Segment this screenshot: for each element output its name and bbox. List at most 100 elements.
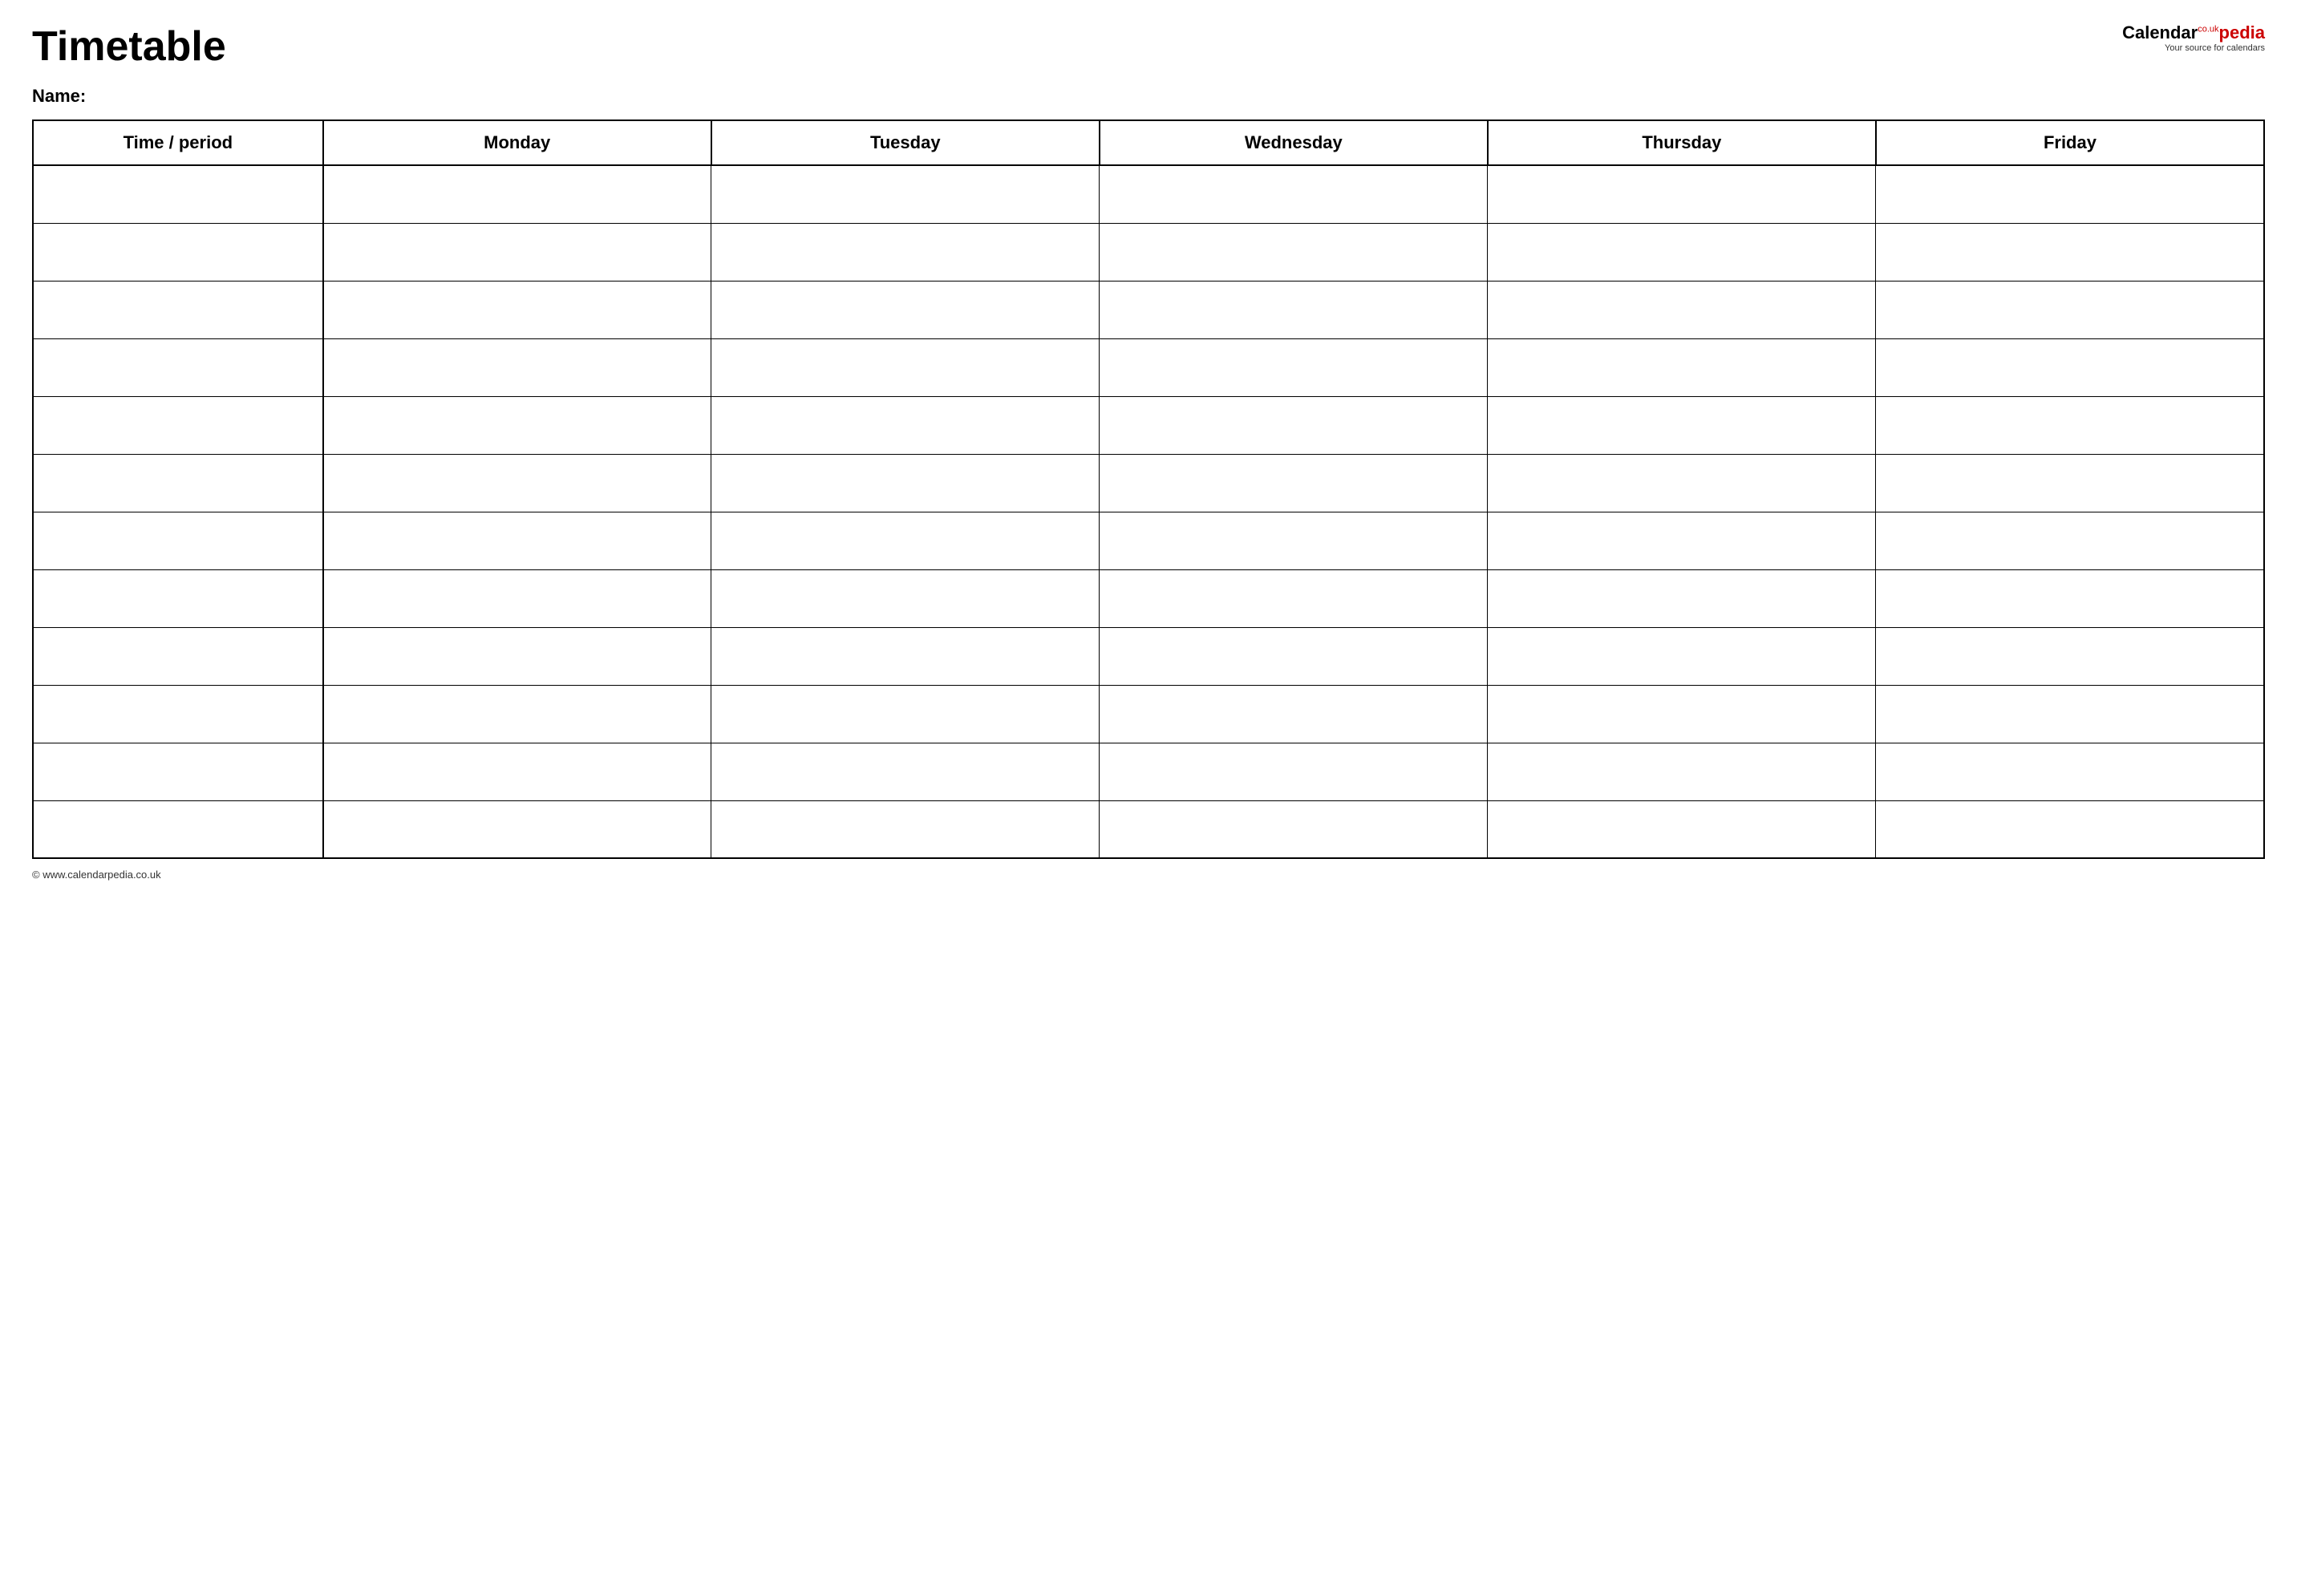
table-cell[interactable] — [1876, 569, 2264, 627]
table-cell[interactable] — [711, 512, 1100, 569]
logo-container: Calendarco.ukpedia Your source for calen… — [2122, 24, 2265, 53]
table-cell[interactable] — [1876, 627, 2264, 685]
table-row — [33, 396, 2264, 454]
table-cell[interactable] — [1488, 512, 1876, 569]
logo-text: Calendarco.ukpedia — [2122, 24, 2265, 42]
table-cell[interactable] — [711, 223, 1100, 281]
table-cell[interactable] — [1100, 800, 1488, 858]
table-cell[interactable] — [1488, 685, 1876, 743]
table-cell[interactable] — [33, 800, 323, 858]
table-cell[interactable] — [323, 223, 711, 281]
table-cell[interactable] — [323, 743, 711, 800]
logo-pedia: co.ukpedia — [2198, 22, 2265, 43]
table-cell[interactable] — [711, 281, 1100, 338]
table-cell[interactable] — [1100, 569, 1488, 627]
logo-subtitle: Your source for calendars — [2165, 43, 2265, 53]
table-cell[interactable] — [1876, 454, 2264, 512]
table-cell[interactable] — [1876, 223, 2264, 281]
col-thursday: Thursday — [1488, 120, 1876, 165]
table-cell[interactable] — [323, 281, 711, 338]
col-wednesday: Wednesday — [1100, 120, 1488, 165]
timetable: Time / period Monday Tuesday Wednesday T… — [32, 119, 2265, 859]
table-cell[interactable] — [1876, 396, 2264, 454]
table-cell[interactable] — [323, 512, 711, 569]
table-cell[interactable] — [1100, 338, 1488, 396]
table-cell[interactable] — [323, 800, 711, 858]
table-row — [33, 165, 2264, 223]
table-cell[interactable] — [711, 800, 1100, 858]
logo-couk: co.uk — [2198, 25, 2218, 34]
table-cell[interactable] — [1488, 454, 1876, 512]
table-cell[interactable] — [33, 281, 323, 338]
table-cell[interactable] — [1876, 800, 2264, 858]
table-cell[interactable] — [1100, 454, 1488, 512]
table-row — [33, 338, 2264, 396]
table-cell[interactable] — [1100, 223, 1488, 281]
table-row — [33, 512, 2264, 569]
col-tuesday: Tuesday — [711, 120, 1100, 165]
table-cell[interactable] — [1876, 512, 2264, 569]
table-row — [33, 454, 2264, 512]
table-cell[interactable] — [1100, 281, 1488, 338]
table-header-row: Time / period Monday Tuesday Wednesday T… — [33, 120, 2264, 165]
table-cell[interactable] — [323, 569, 711, 627]
table-cell[interactable] — [1876, 338, 2264, 396]
table-cell[interactable] — [323, 396, 711, 454]
table-cell[interactable] — [711, 165, 1100, 223]
page-title: Timetable — [32, 24, 226, 70]
table-cell[interactable] — [711, 685, 1100, 743]
table-cell[interactable] — [1488, 396, 1876, 454]
table-cell[interactable] — [1488, 223, 1876, 281]
table-cell[interactable] — [1100, 685, 1488, 743]
table-row — [33, 685, 2264, 743]
table-cell[interactable] — [323, 338, 711, 396]
table-cell[interactable] — [33, 223, 323, 281]
table-cell[interactable] — [711, 338, 1100, 396]
table-row — [33, 281, 2264, 338]
table-cell[interactable] — [1488, 281, 1876, 338]
table-cell[interactable] — [1488, 743, 1876, 800]
table-cell[interactable] — [711, 396, 1100, 454]
logo-calendar: Calendar — [2122, 22, 2198, 43]
table-cell[interactable] — [1100, 512, 1488, 569]
col-monday: Monday — [323, 120, 711, 165]
table-cell[interactable] — [33, 165, 323, 223]
table-cell[interactable] — [33, 338, 323, 396]
table-cell[interactable] — [33, 685, 323, 743]
table-cell[interactable] — [33, 396, 323, 454]
table-cell[interactable] — [1100, 627, 1488, 685]
table-cell[interactable] — [323, 685, 711, 743]
table-cell[interactable] — [1488, 165, 1876, 223]
table-cell[interactable] — [711, 454, 1100, 512]
table-cell[interactable] — [1876, 743, 2264, 800]
table-cell[interactable] — [1488, 800, 1876, 858]
table-cell[interactable] — [33, 454, 323, 512]
table-cell[interactable] — [711, 743, 1100, 800]
table-cell[interactable] — [1100, 165, 1488, 223]
table-cell[interactable] — [711, 627, 1100, 685]
timetable-body — [33, 165, 2264, 858]
col-friday: Friday — [1876, 120, 2264, 165]
table-row — [33, 800, 2264, 858]
table-cell[interactable] — [323, 165, 711, 223]
page-header: Timetable Calendarco.ukpedia Your source… — [32, 24, 2265, 70]
table-row — [33, 627, 2264, 685]
table-row — [33, 743, 2264, 800]
table-cell[interactable] — [1876, 281, 2264, 338]
table-cell[interactable] — [33, 627, 323, 685]
table-cell[interactable] — [323, 454, 711, 512]
table-cell[interactable] — [33, 512, 323, 569]
table-cell[interactable] — [1488, 569, 1876, 627]
table-row — [33, 569, 2264, 627]
table-cell[interactable] — [323, 627, 711, 685]
table-cell[interactable] — [711, 569, 1100, 627]
table-cell[interactable] — [1488, 627, 1876, 685]
table-cell[interactable] — [1100, 396, 1488, 454]
table-cell[interactable] — [1876, 685, 2264, 743]
table-cell[interactable] — [33, 743, 323, 800]
table-cell[interactable] — [33, 569, 323, 627]
table-cell[interactable] — [1876, 165, 2264, 223]
table-cell[interactable] — [1488, 338, 1876, 396]
table-row — [33, 223, 2264, 281]
table-cell[interactable] — [1100, 743, 1488, 800]
